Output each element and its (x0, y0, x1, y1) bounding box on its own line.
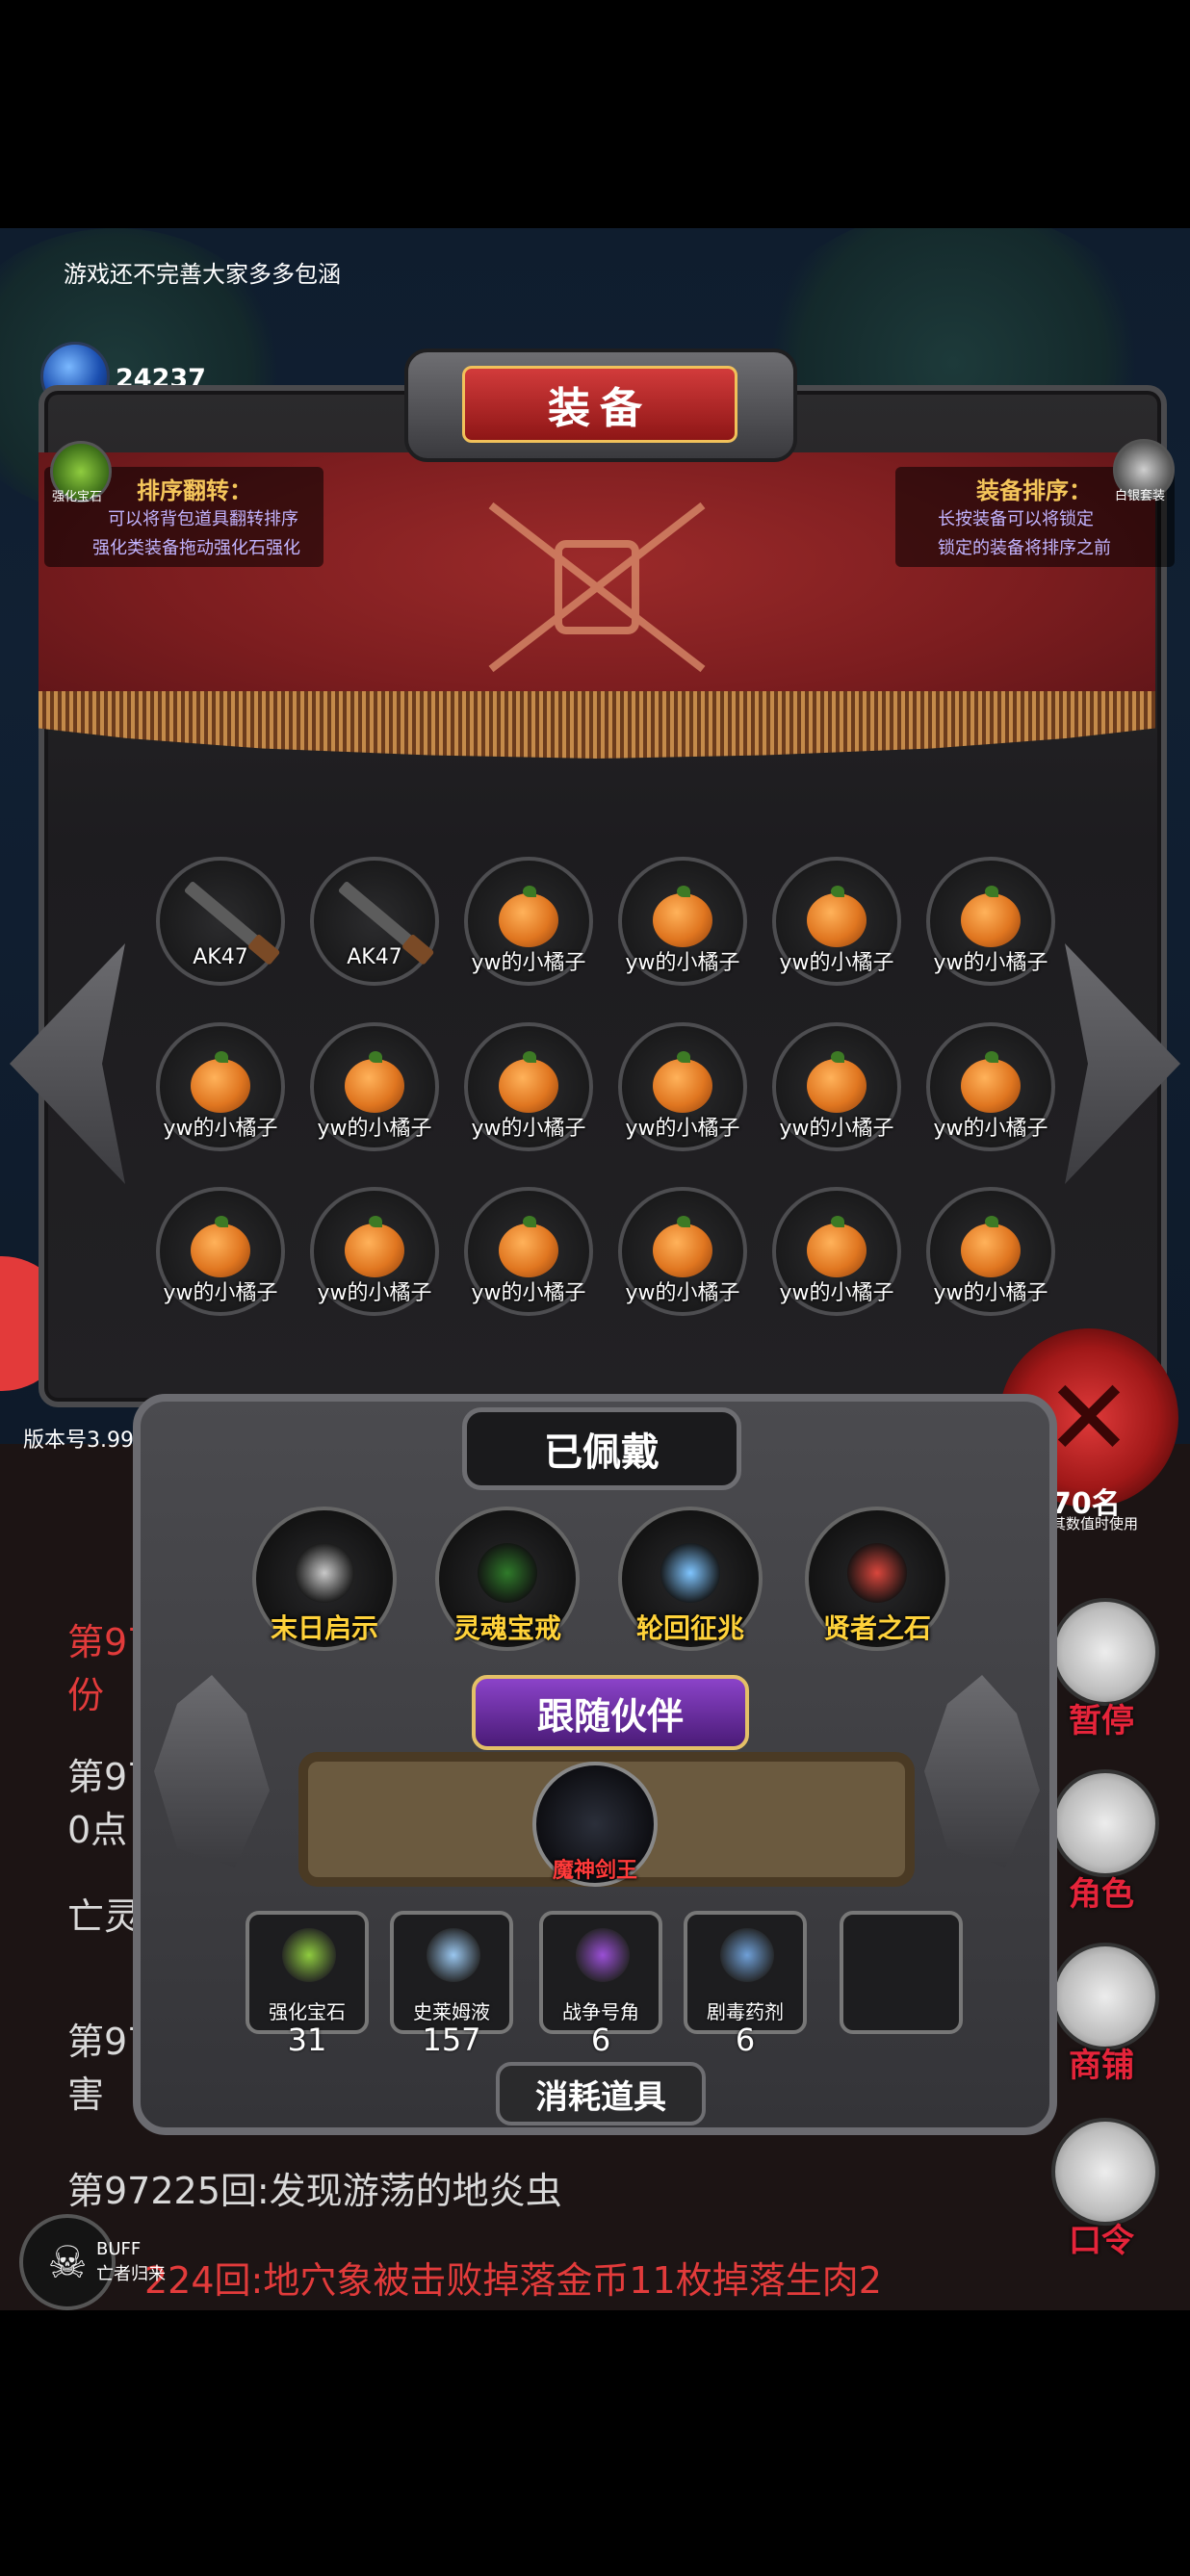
hint-title: 装备排序： (976, 477, 1092, 504)
hint-line: 长按装备可以将锁定 (938, 509, 1094, 529)
consumable-count: 6 (735, 2022, 756, 2058)
ring-icon (478, 1543, 537, 1603)
consumable-count: 157 (422, 2022, 481, 2058)
buff-label: BUFF (96, 2239, 142, 2259)
orange-icon (345, 1216, 404, 1277)
orange-icon (653, 1051, 712, 1113)
companion-name: 魔神剑王 (552, 1859, 637, 1883)
crossbow-icon (295, 1543, 354, 1603)
orange-icon (653, 1216, 712, 1277)
hint-line: 锁定的装备将排序之前 (938, 538, 1111, 558)
orange-icon (961, 886, 1021, 947)
inventory-item-label: yw的小橘子 (625, 1117, 740, 1141)
inventory-item-label: yw的小橘子 (471, 1281, 586, 1305)
buff-sub: 亡者归来 (96, 2264, 166, 2284)
orange-icon (499, 886, 558, 947)
consumable-name: 强化宝石 (269, 2000, 346, 2023)
stone-icon (847, 1543, 907, 1603)
panel-title: 装备 (462, 366, 737, 443)
inventory-item-label: AK47 (347, 945, 402, 969)
consumables-title: 消耗道具 (496, 2062, 706, 2125)
orange-icon (961, 1051, 1021, 1113)
consumable-name: 剧毒药剂 (707, 2000, 784, 2023)
right-button-label: 角色 (1069, 1875, 1134, 1914)
log-line: 份 (67, 1674, 105, 1716)
inventory-item-label: yw的小橘子 (625, 1281, 740, 1305)
orange-icon (807, 1051, 867, 1113)
hint-title: 排序翻转： (137, 477, 252, 504)
side-right-label: 白银套装 (1115, 489, 1166, 503)
orange-icon (345, 1051, 404, 1113)
poison-icon (720, 1928, 774, 1982)
orange-icon (807, 1216, 867, 1277)
inventory-item-label: yw的小橘子 (471, 1117, 586, 1141)
hint-line: 可以将背包道具翻转排序 (108, 509, 298, 529)
consumable-slot-empty[interactable] (840, 1911, 963, 2034)
orange-icon (653, 886, 712, 947)
inventory-item-label: yw的小橘子 (933, 951, 1048, 975)
orange-icon (191, 1216, 250, 1277)
crossed-swords-icon (488, 502, 706, 673)
right-button-label: 商铺 (1069, 2047, 1134, 2085)
orange-icon (807, 886, 867, 947)
shop-icon[interactable] (1051, 1943, 1159, 2050)
consumable-name: 战争号角 (562, 2000, 639, 2023)
log-line: 害 (67, 2074, 105, 2116)
rifle-icon (183, 880, 264, 951)
right-button-label: 口令 (1069, 2222, 1134, 2260)
horn-icon (576, 1928, 630, 1982)
version-label: 版本号3.99 (23, 1429, 134, 1453)
inventory-item-label: yw的小橘子 (625, 951, 740, 975)
inventory-item-label: yw的小橘子 (933, 1117, 1048, 1141)
equipped-item-label: 灵魂宝戒 (453, 1612, 561, 1644)
inventory-item-label: yw的小橘子 (317, 1281, 432, 1305)
inventory-item-label: yw的小橘子 (779, 1281, 894, 1305)
consumable-count: 6 (590, 2022, 611, 2058)
inventory-item-label: yw的小橘子 (163, 1117, 278, 1141)
log-line: 224回:地穴象被击败掉落金币11枚掉落生肉2 (144, 2259, 882, 2302)
inventory-item-label: yw的小橘子 (779, 1117, 894, 1141)
rifle-icon (337, 880, 418, 951)
gem-icon (282, 1928, 336, 1982)
companion-title: 跟随伙伴 (472, 1675, 749, 1750)
inventory-item-label: yw的小橘子 (317, 1117, 432, 1141)
character-hood-icon[interactable] (1051, 1769, 1159, 1877)
orange-icon (191, 1051, 250, 1113)
inventory-item-label: yw的小橘子 (163, 1281, 278, 1305)
consumable-name: 史莱姆液 (413, 2000, 490, 2023)
equipped-item-label: 贤者之石 (822, 1612, 931, 1644)
log-line: 亡灵 (67, 1895, 142, 1938)
log-line: 0点 (67, 1809, 128, 1851)
right-button-label: 暂停 (1069, 1702, 1134, 1740)
inventory-item-label: yw的小橘子 (471, 951, 586, 975)
hint-line: 强化类装备拖动强化石强化 (92, 538, 300, 558)
orange-icon (499, 1216, 558, 1277)
log-line: 第97225回:发现游荡的地炎虫 (67, 2170, 562, 2212)
inventory-item-label: yw的小橘子 (933, 1281, 1048, 1305)
side-left-label: 强化宝石 (52, 490, 103, 504)
pause-dice-icon[interactable] (1051, 1598, 1159, 1706)
inventory-item-label: AK47 (193, 945, 248, 969)
equipped-item-label: 轮回征兆 (635, 1612, 744, 1644)
equipped-title: 已佩戴 (462, 1407, 741, 1490)
password-book-icon[interactable] (1051, 2118, 1159, 2226)
orange-icon (961, 1216, 1021, 1277)
orange-icon (499, 1051, 558, 1113)
staff-icon (660, 1543, 720, 1603)
inventory-item-label: yw的小橘子 (779, 951, 894, 975)
consumable-count: 31 (287, 2022, 327, 2058)
notice-text: 游戏还不完善大家多多包涵 (64, 261, 341, 288)
equipped-item-label: 末日启示 (270, 1612, 378, 1644)
potion-icon (427, 1928, 480, 1982)
counter-sub: 其数值时使用 (1051, 1515, 1139, 1533)
